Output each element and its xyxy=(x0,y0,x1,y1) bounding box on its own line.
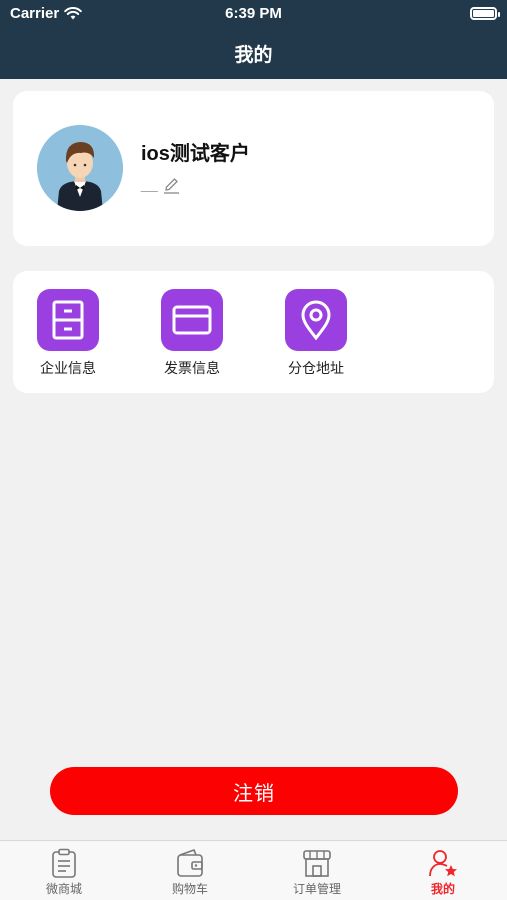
menu-item-company-info[interactable]: 企业信息 xyxy=(28,289,108,378)
tab-label-mine: 我的 xyxy=(430,882,455,896)
menu-item-warehouse-address[interactable]: 分仓地址 xyxy=(276,289,356,378)
store-icon xyxy=(303,850,331,877)
wallet-icon xyxy=(177,848,203,877)
menu-card: 企业信息 发票信息 分仓地址 xyxy=(13,271,494,393)
tab-mine[interactable]: 我的 xyxy=(388,848,498,897)
status-bar: Carrier 6:39 PM xyxy=(0,0,507,28)
page-title: 我的 xyxy=(234,45,273,66)
menu-item-invoice-info[interactable]: 发票信息 xyxy=(152,289,232,378)
avatar-illustration xyxy=(37,125,123,211)
profile-card[interactable]: ios测试客户 __ xyxy=(13,91,494,246)
user-star-icon xyxy=(429,850,457,877)
tab-orders[interactable]: 订单管理 xyxy=(262,848,372,897)
clipboard-icon xyxy=(52,848,76,878)
profile-subtitle-row: __ xyxy=(141,176,180,194)
top-bar: Carrier 6:39 PM 我的 xyxy=(0,0,507,79)
tab-mall[interactable]: 微商城 xyxy=(9,848,119,897)
tab-label-cart: 购物车 xyxy=(171,882,208,896)
logout-button[interactable]: 注销 xyxy=(50,767,458,815)
card-icon xyxy=(161,289,223,351)
menu-label-invoice-info: 发票信息 xyxy=(164,360,220,376)
tab-label-mall: 微商城 xyxy=(45,882,82,896)
avatar[interactable] xyxy=(37,125,123,211)
location-pin-icon xyxy=(285,289,347,351)
tab-bar: 微商城 购物车 订单管理 我的 xyxy=(0,840,507,900)
menu-label-warehouse-address: 分仓地址 xyxy=(288,360,344,376)
status-time: 6:39 PM xyxy=(225,5,282,22)
tab-cart[interactable]: 购物车 xyxy=(135,848,245,897)
profile-subtitle: __ xyxy=(141,176,158,193)
edit-pencil-icon[interactable] xyxy=(163,177,180,194)
menu-label-company-info: 企业信息 xyxy=(40,360,96,376)
tab-label-orders: 订单管理 xyxy=(292,882,341,896)
username: ios测试客户 xyxy=(141,143,250,165)
battery-icon xyxy=(470,7,500,20)
cabinet-icon xyxy=(37,289,99,351)
